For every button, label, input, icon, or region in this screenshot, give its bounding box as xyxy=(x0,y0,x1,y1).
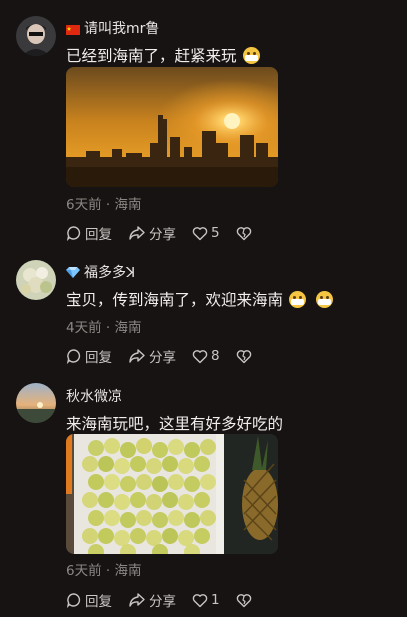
comment-actions: 回复 分享 8 xyxy=(66,346,268,366)
comment-text-content: 已经到海南了，赶紧来玩 xyxy=(66,47,237,65)
avatar[interactable] xyxy=(16,16,56,56)
reply-label: 回复 xyxy=(85,594,112,610)
share-icon xyxy=(129,593,145,607)
comment-meta: 4天前 · 海南 xyxy=(66,320,142,336)
dislike-button[interactable] xyxy=(236,349,252,364)
username[interactable]: 福多多ꓘ xyxy=(66,262,135,282)
username[interactable]: 请叫我mr鲁 xyxy=(66,18,159,38)
share-button[interactable]: 分享 xyxy=(128,346,176,366)
avatar[interactable] xyxy=(16,260,56,300)
username[interactable]: 秋水微凉 xyxy=(66,386,122,406)
comment-item: 秋水微凉 来海南玩吧，这里有好多好吃的 6天前 · 海南 回复 分享 1 xyxy=(0,380,407,617)
dislike-button[interactable] xyxy=(236,593,252,608)
reply-icon xyxy=(66,226,81,241)
broken-heart-icon xyxy=(236,593,251,607)
comment-meta: 6天前 · 海南 xyxy=(66,563,142,579)
dislike-button[interactable] xyxy=(236,226,252,241)
reply-label: 回复 xyxy=(85,227,112,243)
like-button[interactable]: 5 xyxy=(192,225,220,241)
reply-icon xyxy=(66,349,81,364)
comment-photo-fruit[interactable] xyxy=(66,434,278,554)
share-label: 分享 xyxy=(149,594,176,610)
mask-face-emoji-icon xyxy=(316,290,334,308)
share-icon xyxy=(129,226,145,240)
share-label: 分享 xyxy=(149,350,176,366)
reply-button[interactable]: 回复 xyxy=(66,223,112,243)
comment-text: 宝贝，传到海南了，欢迎来海南 xyxy=(66,288,334,310)
username-text: 请叫我mr鲁 xyxy=(84,21,160,37)
china-flag-icon xyxy=(66,23,80,35)
username-text: 福多多ꓘ xyxy=(84,265,136,281)
like-count: 8 xyxy=(211,348,220,364)
mask-face-emoji-icon xyxy=(242,46,260,64)
comment-meta: 6天前 · 海南 xyxy=(66,197,142,213)
heart-icon xyxy=(192,593,208,607)
comment-photo-sunset[interactable] xyxy=(66,67,278,187)
share-button[interactable]: 分享 xyxy=(128,590,176,610)
reply-icon xyxy=(66,593,81,608)
comment-text: 已经到海南了，赶紧来玩 xyxy=(66,44,260,66)
like-button[interactable]: 8 xyxy=(192,348,220,364)
heart-icon xyxy=(192,226,208,240)
reply-button[interactable]: 回复 xyxy=(66,346,112,366)
broken-heart-icon xyxy=(236,226,251,240)
comment-item: 福多多ꓘ 宝贝，传到海南了，欢迎来海南 4天前 · 海南 回复 分享 8 xyxy=(0,250,407,380)
heart-icon xyxy=(192,349,208,363)
like-button[interactable]: 1 xyxy=(192,592,220,608)
share-label: 分享 xyxy=(149,227,176,243)
comment-item: 请叫我mr鲁 已经到海南了，赶紧来玩 6天前 · 海南 回复 分享 5 xyxy=(0,0,407,250)
comment-actions: 回复 分享 5 xyxy=(66,223,268,243)
like-count: 1 xyxy=(211,592,220,608)
share-button[interactable]: 分享 xyxy=(128,223,176,243)
comment-text-content: 来海南玩吧，这里有好多好吃的 xyxy=(66,415,284,433)
mask-face-emoji-icon xyxy=(289,290,307,308)
share-icon xyxy=(129,349,145,363)
like-count: 5 xyxy=(211,225,220,241)
broken-heart-icon xyxy=(236,349,251,363)
comment-text-content: 宝贝，传到海南了，欢迎来海南 xyxy=(66,291,284,309)
avatar[interactable] xyxy=(16,383,56,423)
username-text: 秋水微凉 xyxy=(66,389,122,405)
comment-actions: 回复 分享 1 xyxy=(66,590,268,610)
diamond-icon xyxy=(66,266,80,278)
reply-label: 回复 xyxy=(85,350,112,366)
reply-button[interactable]: 回复 xyxy=(66,590,112,610)
comment-text: 来海南玩吧，这里有好多好吃的 xyxy=(66,412,283,434)
